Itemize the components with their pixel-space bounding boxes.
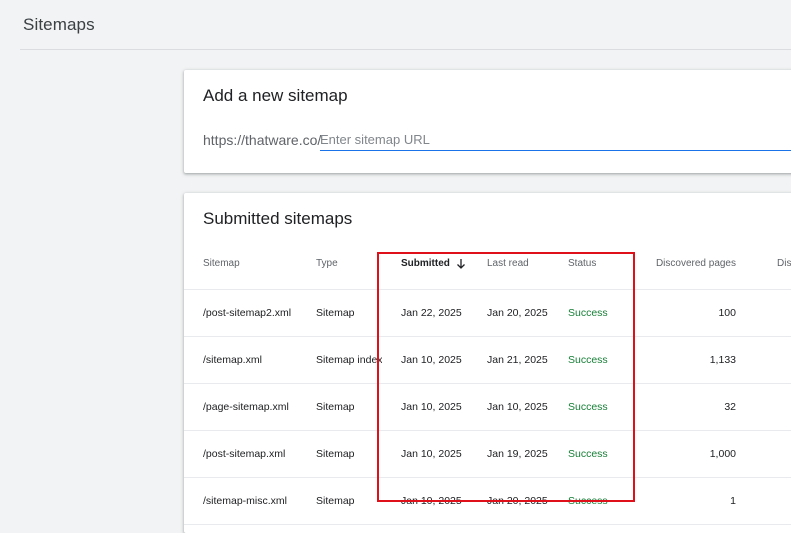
sitemap-path: /post-sitemap.xml: [203, 448, 286, 460]
discovered-pages: 1,000: [709, 448, 736, 460]
submitted-date: Jan 22, 2025: [401, 307, 462, 319]
url-prefix: https://thatware.co/: [203, 132, 322, 148]
submitted-date: Jan 10, 2025: [401, 401, 462, 413]
sitemap-type: Sitemap: [316, 307, 355, 319]
page-header: Sitemaps: [0, 0, 791, 50]
last-read-date: Jan 20, 2025: [487, 495, 548, 507]
table-row[interactable]: /page-sitemap.xml Sitemap Jan 10, 2025 J…: [184, 384, 791, 431]
table-header-row: Sitemap Type Submitted Last read Status …: [184, 238, 791, 290]
column-header-submitted[interactable]: Submitted: [401, 238, 481, 289]
last-read-date: Jan 19, 2025: [487, 448, 548, 460]
column-header-submitted-label: Submitted: [401, 258, 450, 269]
table-row[interactable]: /sitemap-misc.xml Sitemap Jan 10, 2025 J…: [184, 478, 791, 525]
sitemap-type: Sitemap: [316, 448, 355, 460]
column-header-discovered-videos[interactable]: Dis: [777, 238, 791, 289]
submitted-date: Jan 10, 2025: [401, 354, 462, 366]
table-row[interactable]: /sitemap.xml Sitemap index Jan 10, 2025 …: [184, 337, 791, 384]
arrow-down-icon: [456, 258, 465, 269]
discovered-pages: 32: [724, 401, 736, 413]
discovered-pages: 1,133: [709, 354, 736, 366]
column-header-status[interactable]: Status: [568, 238, 628, 289]
sitemap-path: /post-sitemap2.xml: [203, 307, 292, 319]
sitemap-type: Sitemap index: [316, 354, 382, 366]
last-read-date: Jan 20, 2025: [487, 307, 548, 319]
table-row[interactable]: /post-sitemap2.xml Sitemap Jan 22, 2025 …: [184, 290, 791, 337]
discovered-pages: 100: [718, 307, 736, 319]
status-text: Success: [568, 495, 608, 507]
header-divider: [20, 49, 791, 50]
status-text: Success: [568, 307, 608, 319]
add-sitemap-title: Add a new sitemap: [203, 86, 348, 105]
sitemap-path: /sitemap.xml: [203, 354, 262, 366]
submitted-date: Jan 10, 2025: [401, 448, 462, 460]
column-header-sitemap[interactable]: Sitemap: [203, 238, 313, 289]
sitemap-url-input[interactable]: [320, 128, 791, 151]
sitemap-path: /sitemap-misc.xml: [203, 495, 288, 507]
submitted-sitemaps-title: Submitted sitemaps: [203, 209, 353, 228]
table-row[interactable]: /post-sitemap.xml Sitemap Jan 10, 2025 J…: [184, 431, 791, 478]
sitemap-type: Sitemap: [316, 495, 355, 507]
submitted-sitemaps-card: Submitted sitemaps Sitemap Type Submitte…: [184, 193, 791, 533]
status-text: Success: [568, 401, 608, 413]
sitemaps-table: Sitemap Type Submitted Last read Status …: [184, 238, 791, 525]
column-header-discovered-pages[interactable]: Discovered pages: [639, 238, 736, 289]
status-text: Success: [568, 448, 608, 460]
sitemap-path: /page-sitemap.xml: [203, 401, 289, 413]
sitemap-type: Sitemap: [316, 401, 355, 413]
submitted-date: Jan 10, 2025: [401, 495, 462, 507]
last-read-date: Jan 21, 2025: [487, 354, 548, 366]
column-header-type[interactable]: Type: [316, 238, 382, 289]
add-sitemap-card: Add a new sitemap https://thatware.co/: [184, 70, 791, 173]
column-header-last-read[interactable]: Last read: [487, 238, 562, 289]
discovered-pages: 1: [730, 495, 736, 507]
last-read-date: Jan 10, 2025: [487, 401, 548, 413]
status-text: Success: [568, 354, 608, 366]
page-title: Sitemaps: [23, 15, 95, 34]
